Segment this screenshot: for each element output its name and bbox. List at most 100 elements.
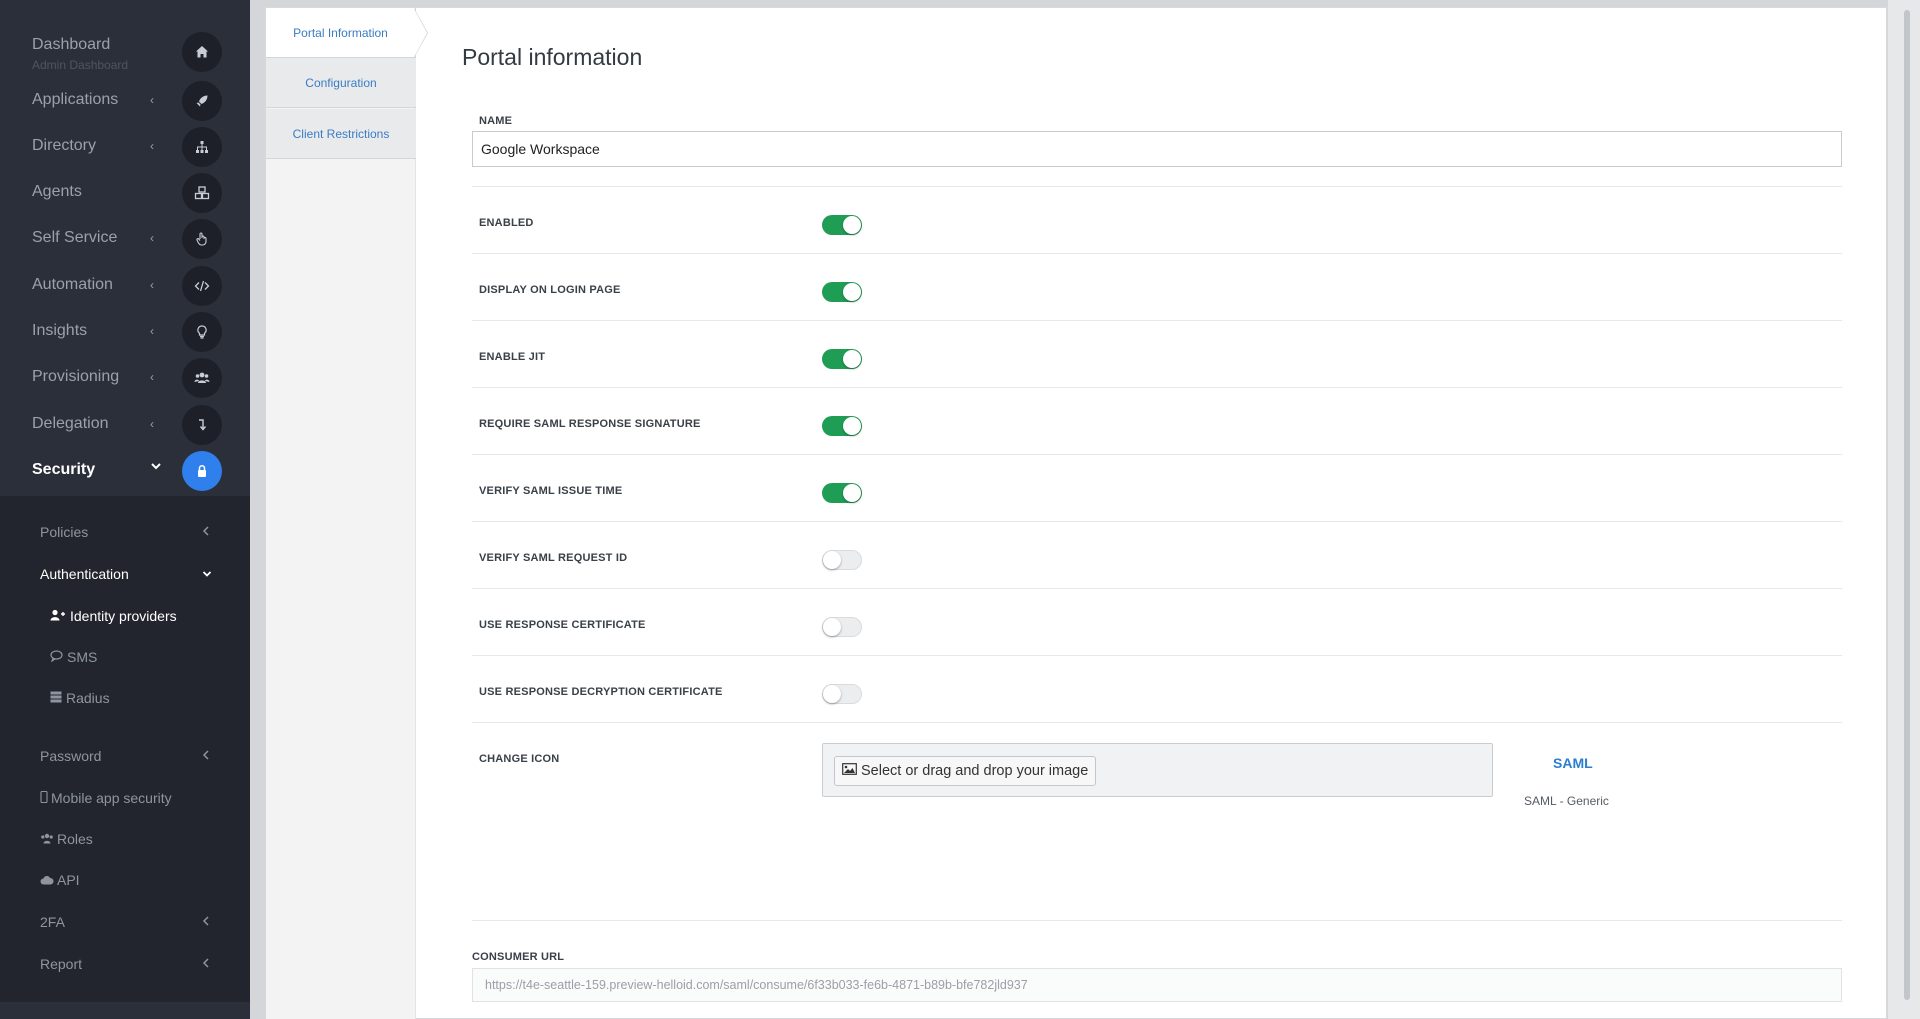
- sidebar-item-policies[interactable]: Policies: [0, 514, 250, 550]
- toggle-row-enabled: ENABLED: [472, 186, 1842, 253]
- use-response-decryption-certificate-toggle[interactable]: [822, 684, 862, 704]
- sidebar-item-label: Authentication: [40, 566, 129, 582]
- sidebar-item-label: Identity providers: [70, 608, 177, 624]
- toggle-label: VERIFY SAML ISSUE TIME: [479, 485, 623, 497]
- code-icon: [182, 266, 222, 306]
- verify-saml-request-id-toggle[interactable]: [822, 550, 862, 570]
- toggle-row-verify-saml-issue-time: VERIFY SAML ISSUE TIME: [472, 454, 1842, 521]
- sidebar-item-label: Policies: [40, 524, 89, 540]
- toggle-label: ENABLED: [479, 217, 534, 229]
- consumer-url-field[interactable]: [472, 968, 1842, 1002]
- arrow-turn-icon: [182, 405, 222, 445]
- chevron-left-icon: [202, 525, 210, 539]
- sidebar-item-identity-providers[interactable]: Identity providers: [0, 600, 250, 632]
- consumer-url-label: CONSUMER URL: [472, 951, 565, 963]
- tab-configuration[interactable]: Configuration: [266, 58, 416, 108]
- sidebar-item-label: Provisioning: [32, 368, 120, 385]
- sidebar-item-applications[interactable]: Applications ‹: [0, 78, 250, 124]
- sidebar-item-sms[interactable]: SMS: [0, 641, 250, 673]
- chevron-left-icon: [202, 749, 210, 763]
- chevron-left-icon: ‹: [150, 93, 154, 107]
- hand-pointer-icon: [182, 219, 222, 259]
- sidebar-item-label: Mobile app security: [51, 790, 172, 806]
- chevron-left-icon: [202, 915, 210, 929]
- toggle-row-require-saml-response-signature: REQUIRE SAML RESPONSE SIGNATURE: [472, 387, 1842, 454]
- display-on-login-page-toggle[interactable]: [822, 282, 862, 302]
- sidebar-item-provisioning[interactable]: Provisioning ‹: [0, 355, 250, 401]
- lock-icon: [182, 451, 222, 491]
- toggle-row-enable-jit: ENABLE JIT: [472, 320, 1842, 387]
- sidebar-item-label: Password: [40, 748, 102, 764]
- toggle-knob: [843, 484, 861, 502]
- toggle-row-display-on-login-page: DISPLAY ON LOGIN PAGE: [472, 253, 1842, 320]
- toggle-knob: [823, 685, 841, 703]
- name-field[interactable]: [472, 131, 1842, 167]
- sidebar: Dashboard Admin Dashboard Applications ‹…: [0, 0, 250, 1019]
- sidebar-item-self-service[interactable]: Self Service ‹: [0, 216, 250, 262]
- tab-portal-information[interactable]: Portal Information: [266, 8, 416, 58]
- select-image-button[interactable]: Select or drag and drop your image: [834, 756, 1097, 786]
- sidebar-item-sublabel: Admin Dashboard: [32, 58, 129, 72]
- icon-preview-subtitle: SAML - Generic: [1524, 794, 1609, 808]
- sitemap-icon: [182, 127, 222, 167]
- active-tab-arrow-fill: [414, 9, 427, 57]
- users-icon: [40, 831, 54, 847]
- lightbulb-icon: [182, 312, 222, 352]
- sidebar-item-report[interactable]: Report: [0, 946, 250, 982]
- users-icon: [182, 358, 222, 398]
- security-submenu: Policies Authentication Identity provide…: [0, 496, 250, 1002]
- chevron-left-icon: ‹: [150, 231, 154, 245]
- sidebar-item-insights[interactable]: Insights ‹: [0, 309, 250, 355]
- sidebar-item-dashboard[interactable]: Dashboard Admin Dashboard: [0, 20, 250, 72]
- toggle-label: DISPLAY ON LOGIN PAGE: [479, 284, 621, 296]
- sidebar-item-directory[interactable]: Directory ‹: [0, 124, 250, 170]
- sidebar-item-password[interactable]: Password: [0, 738, 250, 774]
- chevron-down-icon: [150, 460, 162, 474]
- sidebar-item-api[interactable]: API: [0, 862, 250, 898]
- icon-dropzone[interactable]: Select or drag and drop your image: [822, 743, 1493, 797]
- sidebar-item-mobile-app-security[interactable]: Mobile app security: [0, 780, 250, 816]
- toggle-knob: [843, 417, 861, 435]
- chevron-left-icon: ‹: [150, 324, 154, 338]
- sidebar-footer: [0, 1003, 250, 1019]
- toggle-knob: [823, 618, 841, 636]
- sidebar-item-label: Applications: [32, 91, 119, 108]
- divider: [472, 920, 1842, 921]
- scrollbar-thumb[interactable]: [1904, 10, 1910, 1000]
- sidebar-item-automation[interactable]: Automation ‹: [0, 263, 250, 309]
- change-icon-label: CHANGE ICON: [479, 753, 560, 765]
- sidebar-item-label: Security: [32, 461, 96, 478]
- enabled-toggle[interactable]: [822, 215, 862, 235]
- chevron-left-icon: ‹: [150, 417, 154, 431]
- main-panel: Portal Information Configuration Client …: [265, 7, 1887, 1019]
- sidebar-item-security[interactable]: Security: [0, 448, 250, 494]
- sidebar-item-authentication[interactable]: Authentication: [0, 556, 250, 592]
- tab-client-restrictions[interactable]: Client Restrictions: [266, 109, 416, 159]
- tab-list: Portal Information Configuration Client …: [266, 8, 416, 1019]
- sidebar-item-label: Automation: [32, 276, 113, 293]
- sidebar-item-label: Delegation: [32, 415, 109, 432]
- toggle-knob: [843, 350, 861, 368]
- toggle-knob: [843, 216, 861, 234]
- use-response-certificate-toggle[interactable]: [822, 617, 862, 637]
- sidebar-item-label: Self Service: [32, 229, 118, 246]
- sidebar-item-roles[interactable]: Roles: [0, 821, 250, 857]
- toggle-knob: [823, 551, 841, 569]
- page-title: Portal information: [462, 44, 643, 70]
- sidebar-item-radius[interactable]: Radius: [0, 682, 250, 714]
- toggle-label: USE RESPONSE DECRYPTION CERTIFICATE: [479, 686, 723, 698]
- sidebar-item-label: 2FA: [40, 914, 65, 930]
- sidebar-item-agents[interactable]: Agents: [0, 170, 250, 216]
- require-saml-response-signature-toggle[interactable]: [822, 416, 862, 436]
- mobile-icon: [40, 790, 48, 806]
- select-image-label: Select or drag and drop your image: [861, 763, 1089, 779]
- sidebar-item-label: Roles: [57, 831, 93, 847]
- sidebar-item-delegation[interactable]: Delegation ‹: [0, 402, 250, 448]
- sidebar-item-label: Directory: [32, 137, 97, 154]
- toggle-label: USE RESPONSE CERTIFICATE: [479, 619, 646, 631]
- server-icon: [50, 690, 62, 706]
- sidebar-item-2fa[interactable]: 2FA: [0, 904, 250, 940]
- image-icon: [842, 763, 857, 779]
- verify-saml-issue-time-toggle[interactable]: [822, 483, 862, 503]
- enable-jit-toggle[interactable]: [822, 349, 862, 369]
